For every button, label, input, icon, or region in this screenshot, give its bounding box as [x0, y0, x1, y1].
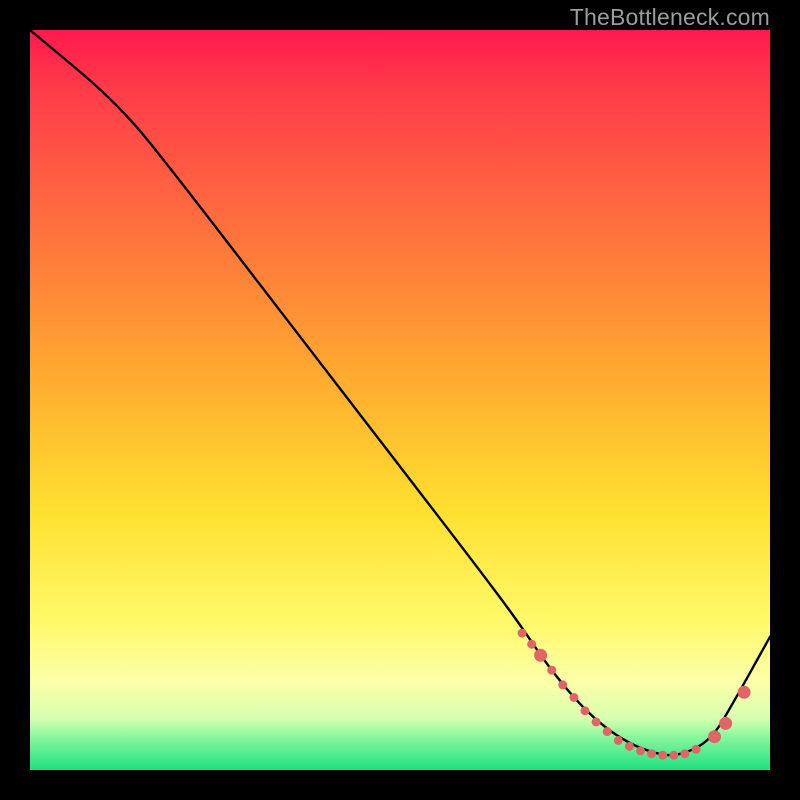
marker-dot — [527, 640, 536, 649]
marker-dot — [625, 742, 634, 751]
marker-dot — [534, 649, 547, 662]
marker-dot — [558, 680, 567, 689]
marker-dot — [636, 746, 645, 755]
marker-dot — [738, 686, 751, 699]
highlight-points — [518, 629, 751, 760]
marker-dot — [569, 693, 578, 702]
marker-dot — [592, 717, 601, 726]
marker-dot — [692, 745, 701, 754]
plot-area — [30, 30, 770, 770]
marker-dot — [547, 666, 556, 675]
plot-svg — [30, 30, 770, 770]
marker-dot — [647, 749, 656, 758]
marker-dot — [658, 751, 667, 760]
marker-dot — [708, 730, 721, 743]
marker-dot — [603, 727, 612, 736]
marker-dot — [680, 749, 689, 758]
marker-dot — [581, 706, 590, 715]
chart-frame: TheBottleneck.com — [0, 0, 800, 800]
marker-dot — [518, 629, 527, 638]
marker-dot — [719, 717, 732, 730]
bottleneck-curve — [30, 30, 770, 755]
marker-dot — [669, 751, 678, 760]
marker-dot — [614, 736, 623, 745]
watermark-text: TheBottleneck.com — [570, 4, 770, 31]
